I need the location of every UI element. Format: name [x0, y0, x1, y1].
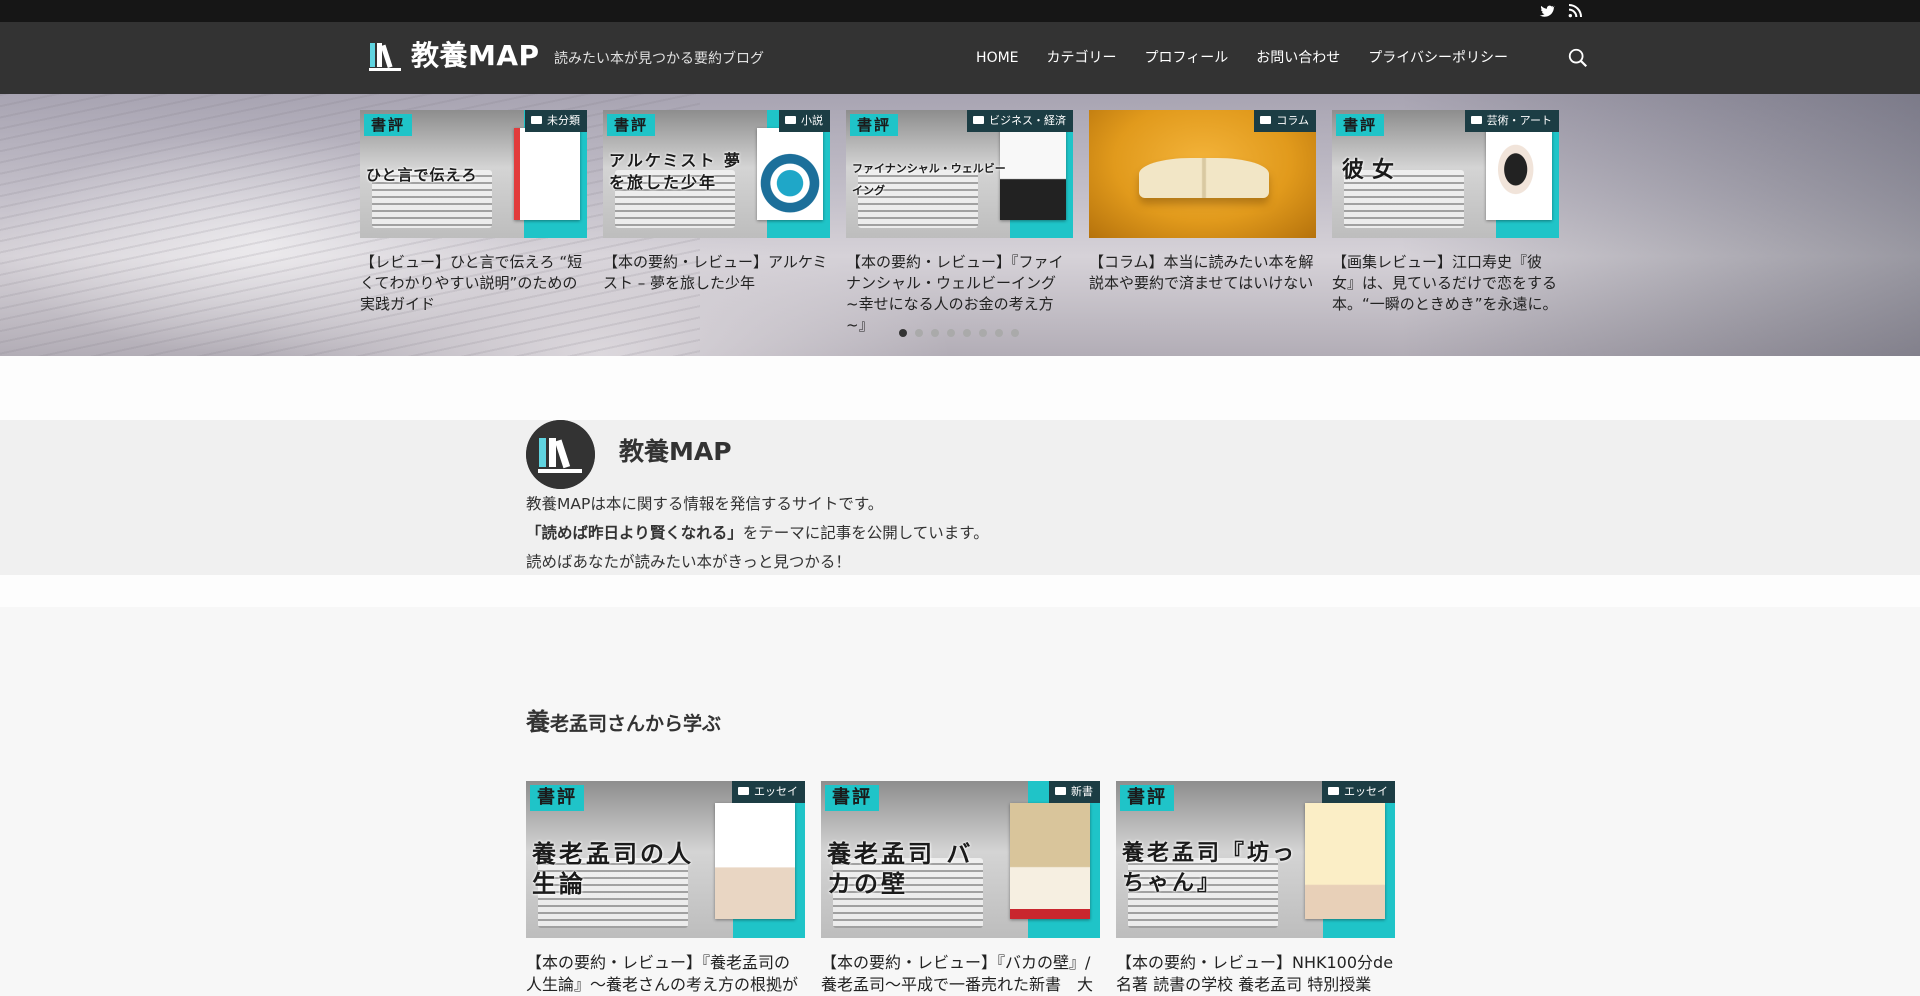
- card-title[interactable]: 【本の要約・レビュー】『養老孟司の人生論』～養老さんの考え方の根拠が: [526, 952, 805, 996]
- social-icons: [1539, 3, 1583, 19]
- carousel-card[interactable]: 書評 彼女 芸術・アート 【画集レビュー】江口寿史『彼女』は、見ているだけで恋を…: [1332, 110, 1559, 336]
- category-badge[interactable]: 小説: [779, 110, 830, 132]
- hero-carousel: 書評 ひと言で伝えろ 未分類 【レビュー】ひと言で伝えろ “短くてわかりやすい説…: [0, 94, 1920, 356]
- card-thumbnail[interactable]: 書評 養老孟司『坊っちゃん』 エッセイ: [1116, 781, 1395, 938]
- spacer-band: [0, 575, 1920, 607]
- carousel-dot[interactable]: [963, 329, 971, 337]
- book-cover-image: [1305, 803, 1385, 919]
- carousel-dot[interactable]: [1011, 329, 1019, 337]
- nav-profile[interactable]: プロフィール: [1145, 48, 1229, 68]
- profile-line-2: 「読めば昨日より賢くなれる」をテーマに記事を公開しています。: [526, 524, 989, 542]
- carousel-card[interactable]: コラム 【コラム】本当に読みたい本を解説本や要約で済ませてはいけない: [1089, 110, 1316, 336]
- review-badge: 書評: [530, 785, 584, 811]
- folder-icon: [531, 116, 542, 124]
- article-card[interactable]: 書評 養老孟司 バカの壁 新書 【本の要約・レビュー】『バカの壁』/ 養老孟司～…: [821, 781, 1100, 996]
- rss-icon[interactable]: [1567, 3, 1583, 19]
- category-badge[interactable]: コラム: [1254, 110, 1316, 132]
- thumbnail-book-title: ひと言で伝えろ: [366, 166, 478, 184]
- carousel-cards: 書評 ひと言で伝えろ 未分類 【レビュー】ひと言で伝えろ “短くてわかりやすい説…: [360, 110, 1559, 336]
- category-badge[interactable]: 未分類: [525, 110, 587, 132]
- thumbnail-book-title: 養老孟司『坊っちゃん』: [1122, 841, 1298, 896]
- nav-contact[interactable]: お問い合わせ: [1256, 48, 1340, 68]
- carousel-dot[interactable]: [899, 329, 907, 337]
- thumbnail-book-title: ファイナンシャル・ウェルビーイング: [852, 162, 1006, 197]
- card-thumbnail[interactable]: 書評 彼女 芸術・アート: [1332, 110, 1559, 238]
- site-tagline: 読みたい本が見つかる要約ブログ: [554, 51, 764, 67]
- books-logo-icon: [369, 43, 401, 71]
- card-title[interactable]: 【画集レビュー】江口寿史『彼女』は、見ているだけで恋をする本。“一瞬のときめき”…: [1332, 252, 1559, 315]
- folder-icon: [1470, 116, 1482, 124]
- nav-category[interactable]: カテゴリー: [1047, 48, 1117, 68]
- nav-privacy[interactable]: プライバシーポリシー: [1368, 48, 1508, 68]
- carousel-dot[interactable]: [995, 329, 1003, 337]
- main-nav: HOME カテゴリー プロフィール お問い合わせ プライバシーポリシー: [976, 48, 1508, 68]
- carousel-card[interactable]: 書評 ひと言で伝えろ 未分類 【レビュー】ひと言で伝えろ “短くてわかりやすい説…: [360, 110, 587, 336]
- card-thumbnail[interactable]: コラム: [1089, 110, 1316, 238]
- carousel-card[interactable]: 書評 アルケミスト 夢を旅した少年 小説 【本の要約・レビュー】アルケミスト –…: [603, 110, 830, 336]
- book-cover-image: [514, 128, 580, 220]
- nav-home[interactable]: HOME: [976, 48, 1018, 68]
- card-title[interactable]: 【本の要約・レビュー】アルケミスト – 夢を旅した少年: [603, 252, 830, 294]
- category-badge[interactable]: エッセイ: [732, 781, 805, 803]
- review-badge: 書評: [607, 114, 656, 136]
- thumbnail-book-title: 養老孟司 バカの壁: [827, 840, 974, 898]
- profile-line-1: 教養MAPは本に関する情報を発信するサイトです。: [526, 495, 884, 513]
- section-title: 養老孟司さんから学ぶ: [526, 708, 722, 736]
- card-title[interactable]: 【本の要約・レビュー】『バカの壁』/ 養老孟司～平成で一番売れた新書 大: [821, 952, 1100, 996]
- thumbnail-book-title: 彼女: [1342, 158, 1403, 183]
- thumbnail-book-title: アルケミスト 夢を旅した少年: [609, 151, 742, 192]
- spacer-band: [0, 356, 1920, 420]
- folder-icon: [1328, 787, 1339, 795]
- book-cover-image: [715, 803, 795, 919]
- search-icon[interactable]: [1567, 47, 1589, 69]
- article-grid: 書評 養老孟司の人生論 エッセイ 【本の要約・レビュー】『養老孟司の人生論』～養…: [526, 781, 1395, 996]
- category-badge[interactable]: エッセイ: [1322, 781, 1395, 803]
- card-thumbnail[interactable]: 書評 養老孟司 バカの壁 新書: [821, 781, 1100, 938]
- card-thumbnail[interactable]: 書評 アルケミスト 夢を旅した少年 小説: [603, 110, 830, 238]
- card-title[interactable]: 【本の要約・レビュー】『ファイナンシャル・ウェルビーイング ~幸せになる人のお金…: [846, 252, 1073, 336]
- folder-icon: [785, 116, 796, 124]
- card-thumbnail[interactable]: 書評 ひと言で伝えろ 未分類: [360, 110, 587, 238]
- carousel-card[interactable]: 書評 ファイナンシャル・ウェルビーイング ビジネス・経済 【本の要約・レビュー】…: [846, 110, 1073, 336]
- category-badge[interactable]: 新書: [1049, 781, 1100, 803]
- carousel-dot[interactable]: [915, 329, 923, 337]
- top-bar: [0, 0, 1920, 22]
- review-badge: 書評: [850, 114, 899, 136]
- carousel-dots: [899, 329, 1019, 337]
- carousel-dot[interactable]: [979, 329, 987, 337]
- category-badge[interactable]: 芸術・アート: [1464, 110, 1559, 132]
- article-card[interactable]: 書評 養老孟司の人生論 エッセイ 【本の要約・レビュー】『養老孟司の人生論』～養…: [526, 781, 805, 996]
- book-cover-image: [757, 128, 823, 220]
- carousel-dot[interactable]: [931, 329, 939, 337]
- review-badge: 書評: [1336, 114, 1385, 136]
- site-header: 教養MAP 読みたい本が見つかる要約ブログ HOME カテゴリー プロフィール …: [0, 22, 1920, 94]
- site-profile: 教養MAP 教養MAPは本に関する情報を発信するサイトです。 「読めば昨日より賢…: [0, 420, 1920, 575]
- folder-icon: [973, 116, 984, 124]
- logo-text: 教養MAP: [411, 39, 540, 72]
- book-cover-image: [1010, 803, 1090, 919]
- profile-description: 教養MAPは本に関する情報を発信するサイトです。 「読めば昨日より賢くなれる」を…: [526, 490, 989, 577]
- folder-icon: [738, 787, 749, 795]
- profile-name: 教養MAP: [619, 437, 732, 466]
- card-thumbnail[interactable]: 書評 ファイナンシャル・ウェルビーイング ビジネス・経済: [846, 110, 1073, 238]
- article-card[interactable]: 書評 養老孟司『坊っちゃん』 エッセイ 【本の要約・レビュー】NHK100分de…: [1116, 781, 1395, 996]
- site-logo[interactable]: 教養MAP: [369, 40, 540, 72]
- thumbnail-book-title: 養老孟司の人生論: [532, 840, 694, 898]
- card-title[interactable]: 【コラム】本当に読みたい本を解説本や要約で済ませてはいけない: [1089, 252, 1316, 294]
- card-title[interactable]: 【本の要約・レビュー】NHK100分de名著 読書の学校 養老孟司 特別授業: [1116, 952, 1395, 996]
- card-title[interactable]: 【レビュー】ひと言で伝えろ “短くてわかりやすい説明”のための実践ガイド: [360, 252, 587, 315]
- profile-line-3: 読めばあなたが読みたい本がきっと見つかる！: [526, 553, 851, 571]
- category-badge[interactable]: ビジネス・経済: [967, 110, 1073, 132]
- folder-icon: [1055, 787, 1066, 795]
- folder-icon: [1260, 116, 1272, 124]
- review-badge: 書評: [364, 114, 413, 136]
- avatar: [526, 420, 595, 489]
- carousel-dot[interactable]: [947, 329, 955, 337]
- twitter-icon[interactable]: [1539, 3, 1555, 19]
- review-badge: 書評: [1120, 785, 1174, 811]
- open-book-image: [1139, 158, 1269, 198]
- review-badge: 書評: [825, 785, 879, 811]
- book-cover-image: [1486, 128, 1552, 220]
- card-thumbnail[interactable]: 書評 養老孟司の人生論 エッセイ: [526, 781, 805, 938]
